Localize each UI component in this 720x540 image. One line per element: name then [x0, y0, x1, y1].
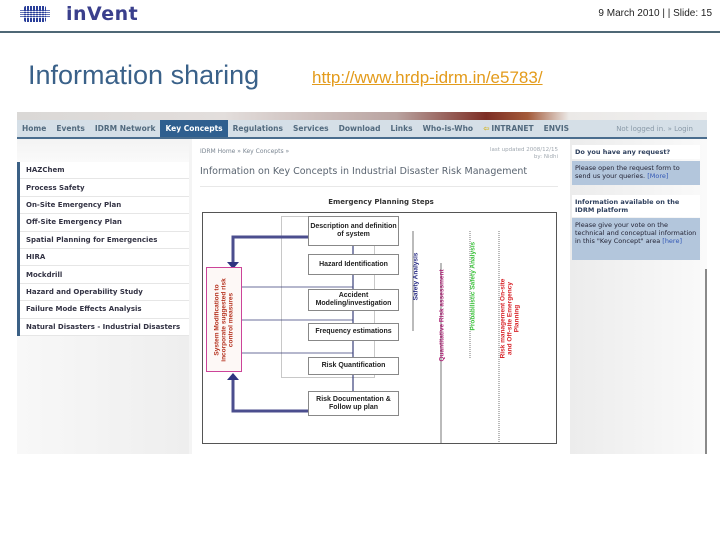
nav-idrm-network[interactable]: IDRM Network	[90, 120, 161, 137]
right-sidebar: Do you have any request? Please open the…	[570, 139, 707, 454]
invent-logo: inVent	[20, 3, 138, 25]
left-nav-item[interactable]: Off-Site Emergency Plan	[20, 214, 189, 232]
label-quantitative-risk: Quantitative Risk assessment	[438, 269, 446, 362]
last-updated-date: last updated 2008/12/15	[490, 147, 558, 153]
system-modification-box: System Modification to incorporate sugge…	[206, 267, 242, 372]
emergency-planning-diagram: Description and definition of system Haz…	[202, 212, 557, 444]
label-safety-analysis: Safety Analysis	[412, 252, 420, 301]
step-hazard-identification: Hazard Identification	[308, 254, 399, 275]
slide-meta: 9 March 2010 | | Slide: 15	[598, 8, 712, 19]
nav-intranet[interactable]: ⇦ INTRANET	[478, 120, 539, 137]
left-nav-item[interactable]: HAZChem	[20, 162, 189, 180]
breadcrumb[interactable]: IDRM Home » Key Concepts »	[200, 148, 289, 155]
left-nav-filler	[17, 336, 189, 454]
site-navbar: Home Events IDRM Network Key Concepts Re…	[17, 120, 707, 139]
login-status[interactable]: Not logged in. » Login	[616, 125, 707, 133]
last-updated-author: by: Nidhi	[533, 154, 558, 160]
key-icon: ⇦	[483, 124, 490, 133]
main-content: IDRM Home » Key Concepts » last updated …	[192, 139, 570, 454]
request-more-link[interactable]: [More]	[647, 172, 668, 180]
nav-envis[interactable]: ENVIS	[539, 120, 574, 137]
site-banner	[17, 112, 707, 120]
label-probabilistic-safety: Probabilistic Safety Analysis	[469, 241, 477, 331]
step-description: Description and definition of system	[308, 216, 399, 246]
logo-text: inVent	[66, 3, 139, 25]
sidebar-shadow	[705, 269, 707, 454]
step-accident-modeling: Accident Modeling/investigation	[308, 289, 399, 311]
nav-who-is-who[interactable]: Who-is-Who	[418, 120, 478, 137]
diagram-title: Emergency Planning Steps	[328, 198, 434, 206]
feedback-arrowhead-up	[227, 373, 239, 380]
header-divider	[0, 31, 720, 33]
left-nav-item[interactable]: On-Site Emergency Plan	[20, 197, 189, 215]
nav-intranet-label: INTRANET	[491, 124, 534, 133]
content-title: Information on Key Concepts in Industria…	[200, 166, 528, 177]
feedback-arrow-bottom	[231, 379, 308, 413]
label-risk-management: Risk management On-site and Off-site Eme…	[499, 278, 521, 359]
left-nav-header	[17, 139, 189, 162]
info-here-link[interactable]: [here]	[662, 237, 682, 245]
slide-title: Information sharing	[28, 60, 260, 90]
nav-services[interactable]: Services	[288, 120, 334, 137]
step-frequency-estimations: Frequency estimations	[308, 323, 399, 341]
left-nav-item[interactable]: HIRA	[20, 249, 189, 267]
step-risk-quantification: Risk Quantification	[308, 357, 399, 375]
chip-logo-icon	[20, 4, 50, 24]
info-box-body: Please give your vote on the technical a…	[572, 218, 700, 260]
content-divider	[200, 186, 558, 187]
nav-events[interactable]: Events	[51, 120, 90, 137]
feedback-arrow-top	[231, 235, 308, 263]
system-modification-label: System Modification to incorporate sugge…	[213, 277, 235, 362]
step-risk-documentation: Risk Documentation & Follow up plan	[308, 391, 399, 416]
website-screenshot: Home Events IDRM Network Key Concepts Re…	[17, 112, 707, 454]
nav-key-concepts[interactable]: Key Concepts	[160, 120, 228, 137]
website-link[interactable]: http://www.hrdp-idrm.in/e5783/	[312, 68, 543, 88]
request-box-heading: Do you have any request?	[572, 145, 700, 159]
nav-regulations[interactable]: Regulations	[228, 120, 288, 137]
left-nav-item[interactable]: Hazard and Operability Study	[20, 284, 189, 302]
left-nav: HAZChem Process Safety On-Site Emergency…	[17, 162, 189, 336]
nav-links[interactable]: Links	[385, 120, 417, 137]
left-nav-item[interactable]: Mockdrill	[20, 266, 189, 284]
nav-download[interactable]: Download	[334, 120, 386, 137]
request-box-body: Please open the request form to send us …	[572, 161, 700, 185]
left-nav-item[interactable]: Spatial Planning for Emergencies	[20, 232, 189, 249]
nav-home[interactable]: Home	[17, 120, 51, 137]
left-nav-item[interactable]: Process Safety	[20, 179, 189, 197]
left-nav-item[interactable]: Failure Mode Effects Analysis	[20, 301, 189, 319]
last-updated: last updated 2008/12/15 by: Nidhi	[490, 147, 558, 161]
left-nav-item[interactable]: Natural Disasters - Industrial Disasters	[20, 319, 189, 336]
info-box-heading: Information available on the IDRM platfo…	[572, 195, 700, 217]
